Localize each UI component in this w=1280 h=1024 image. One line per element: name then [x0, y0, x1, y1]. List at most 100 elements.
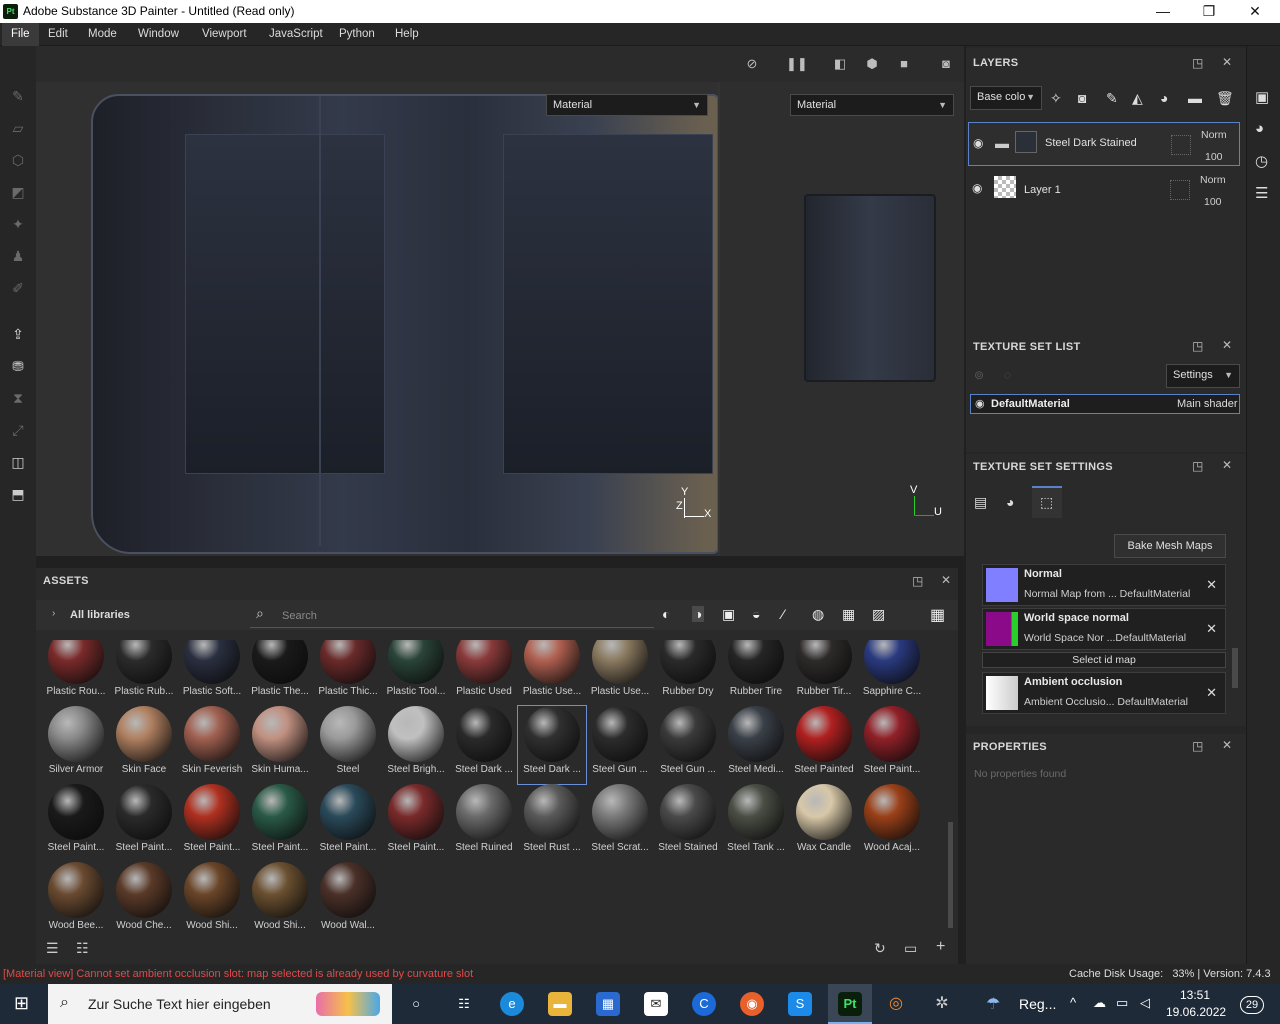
asset-tile[interactable]: Sapphire C...: [858, 640, 926, 706]
asset-tile[interactable]: Plastic Thic...: [314, 640, 382, 706]
assets-search[interactable]: ⌕ Search: [250, 602, 654, 628]
clear-map-icon[interactable]: ✕: [1206, 685, 1217, 701]
ambient-occlusion-slot[interactable]: Ambient occlusion Ambient Occlusio... De…: [982, 672, 1226, 714]
select-id-map-button[interactable]: Select id map: [982, 652, 1226, 668]
asset-tile[interactable]: Steel Tank ...: [722, 784, 790, 862]
uv-view[interactable]: Material ▼ V U: [720, 82, 964, 556]
texture-set-tab-icon[interactable]: ▤: [974, 494, 987, 511]
normal-map-slot[interactable]: Normal Normal Map from ... DefaultMateri…: [982, 564, 1226, 606]
visibility-eye-icon[interactable]: ◉: [975, 397, 985, 410]
grid-view-icon[interactable]: ▦: [930, 605, 945, 625]
asset-tile[interactable]: Steel Ruined: [450, 784, 518, 862]
menu-file[interactable]: File: [2, 23, 39, 46]
restore-button[interactable]: ❐: [1194, 2, 1224, 20]
asset-tile[interactable]: Steel Paint...: [858, 706, 926, 784]
minimize-button[interactable]: —: [1148, 2, 1178, 20]
asset-tile[interactable]: Skin Feverish: [178, 706, 246, 784]
layer-opacity[interactable]: 100: [1204, 196, 1222, 208]
filter-filters-icon[interactable]: ▦: [842, 606, 855, 623]
filter-masks-icon[interactable]: ▣: [722, 606, 735, 623]
visibility-eye-icon[interactable]: ◉: [972, 181, 982, 195]
projection-icon[interactable]: ⬡: [8, 150, 28, 170]
asset-tile[interactable]: Plastic Rou...: [42, 640, 110, 706]
menu-viewport[interactable]: Viewport: [193, 23, 256, 46]
asset-tile[interactable]: Plastic Use...: [518, 640, 586, 706]
search-input[interactable]: Search: [282, 610, 317, 622]
menu-javascript[interactable]: JavaScript: [260, 23, 332, 46]
asset-tile[interactable]: Steel Paint...: [178, 784, 246, 862]
right-view-mode-dropdown[interactable]: Material ▼: [790, 94, 954, 116]
filter-smart-materials-icon[interactable]: ◑: [692, 606, 705, 622]
clear-map-icon[interactable]: ✕: [1206, 577, 1217, 593]
link-icon[interactable]: ⤢: [8, 420, 28, 440]
menu-help[interactable]: Help: [386, 23, 428, 46]
library-breadcrumb[interactable]: All libraries: [70, 609, 130, 621]
asset-tile[interactable]: Wax Candle: [790, 784, 858, 862]
asset-tile[interactable]: Steel Gun ...: [586, 706, 654, 784]
world-space-normal-slot[interactable]: World space normal World Space Nor ...De…: [982, 608, 1226, 650]
settings-scrollbar[interactable]: [1232, 648, 1238, 688]
clock-date[interactable]: 19.06.2022: [1166, 1005, 1226, 1019]
asset-tile[interactable]: Wood Bee...: [42, 862, 110, 930]
assets-scrollbar[interactable]: [948, 822, 953, 928]
app-gear-icon[interactable]: ✲: [930, 992, 954, 1016]
asset-tile[interactable]: Wood Che...: [110, 862, 178, 930]
add-icon[interactable]: +: [936, 938, 945, 956]
windows-start-icon[interactable]: ⊞: [14, 993, 29, 1014]
sort-icon[interactable]: ☰: [46, 940, 59, 957]
asset-tile[interactable]: Wood Shi...: [178, 862, 246, 930]
close-icon[interactable]: ✕: [1222, 338, 1232, 352]
history-icon[interactable]: ◷: [1255, 152, 1268, 170]
viewport[interactable]: ⊘ ❚❚ ◧ ⬢ ■ ◙ Material ▼ Y Z X Material ▼ V…: [36, 46, 964, 556]
visibility-eye-icon[interactable]: ◉: [973, 136, 983, 150]
add-smart-material-icon[interactable]: ◕: [1160, 90, 1168, 106]
asset-tile[interactable]: Steel Stained: [654, 784, 722, 862]
add-paint-layer-icon[interactable]: ✎: [1106, 90, 1118, 107]
menu-python[interactable]: Python: [330, 23, 384, 46]
clock-time[interactable]: 13:51: [1180, 988, 1210, 1002]
cloud-icon[interactable]: ☁: [1093, 995, 1106, 1011]
task-view-icon[interactable]: ○: [404, 992, 428, 1016]
undock-icon[interactable]: ◳: [1192, 739, 1203, 753]
asset-tile[interactable]: Steel Scrat...: [586, 784, 654, 862]
asset-tile[interactable]: Wood Shi...: [246, 862, 314, 930]
camera-video-icon[interactable]: ■: [894, 56, 914, 72]
undock-icon[interactable]: ◳: [1192, 56, 1203, 70]
asset-tile[interactable]: Rubber Dry: [654, 640, 722, 706]
close-icon[interactable]: ✕: [1222, 55, 1232, 69]
new-folder-icon[interactable]: ▭: [904, 940, 917, 957]
painter-taskbar-item[interactable]: Pt: [828, 984, 872, 1024]
asset-tile[interactable]: Skin Face: [110, 706, 178, 784]
asset-tile[interactable]: Steel Dark ...: [450, 706, 518, 784]
firefox-icon[interactable]: ◉: [740, 992, 764, 1016]
asset-tile[interactable]: Plastic Rub...: [110, 640, 178, 706]
texture-set-row[interactable]: ◉ DefaultMaterial Main shader: [970, 394, 1240, 414]
eraser-icon[interactable]: ▱: [8, 118, 28, 138]
close-icon[interactable]: ✕: [941, 573, 951, 587]
asset-tile[interactable]: Steel Dark ...: [517, 705, 587, 785]
cube-icon[interactable]: ⬢: [862, 56, 882, 72]
layer-row[interactable]: ◉ Layer 1 Norm 100: [968, 168, 1240, 212]
close-window-button[interactable]: ✕: [1240, 2, 1270, 20]
network-icon[interactable]: ▭: [1116, 995, 1128, 1011]
edge-icon[interactable]: e: [500, 992, 524, 1016]
chevron-right-icon[interactable]: ›: [52, 608, 55, 619]
bake-icon[interactable]: ⛃: [8, 356, 28, 376]
mask-slot[interactable]: [1171, 135, 1191, 155]
channel-dropdown[interactable]: Base colo ▼: [970, 86, 1042, 110]
shelf-icon[interactable]: ⬒: [8, 484, 28, 504]
pause-icon[interactable]: ❚❚: [786, 56, 808, 72]
asset-tile[interactable]: Rubber Tir...: [790, 640, 858, 706]
asset-tile[interactable]: Steel: [314, 706, 382, 784]
asset-tile[interactable]: Steel Medi...: [722, 706, 790, 784]
list-view-icon[interactable]: ☷: [76, 940, 89, 957]
search-highlight-icon[interactable]: [316, 992, 380, 1016]
asset-tile[interactable]: Plastic Tool...: [382, 640, 450, 706]
screenshot-icon[interactable]: ◙: [936, 56, 956, 72]
hide-icon[interactable]: ⊘: [742, 56, 762, 72]
asset-tile[interactable]: Steel Rust ...: [518, 784, 586, 862]
hourglass-icon[interactable]: ⧗: [8, 388, 28, 408]
weather-icon[interactable]: ☂: [986, 994, 1000, 1014]
shader-settings-icon[interactable]: ◕: [1255, 120, 1264, 137]
blend-mode[interactable]: Norm: [1201, 129, 1227, 141]
